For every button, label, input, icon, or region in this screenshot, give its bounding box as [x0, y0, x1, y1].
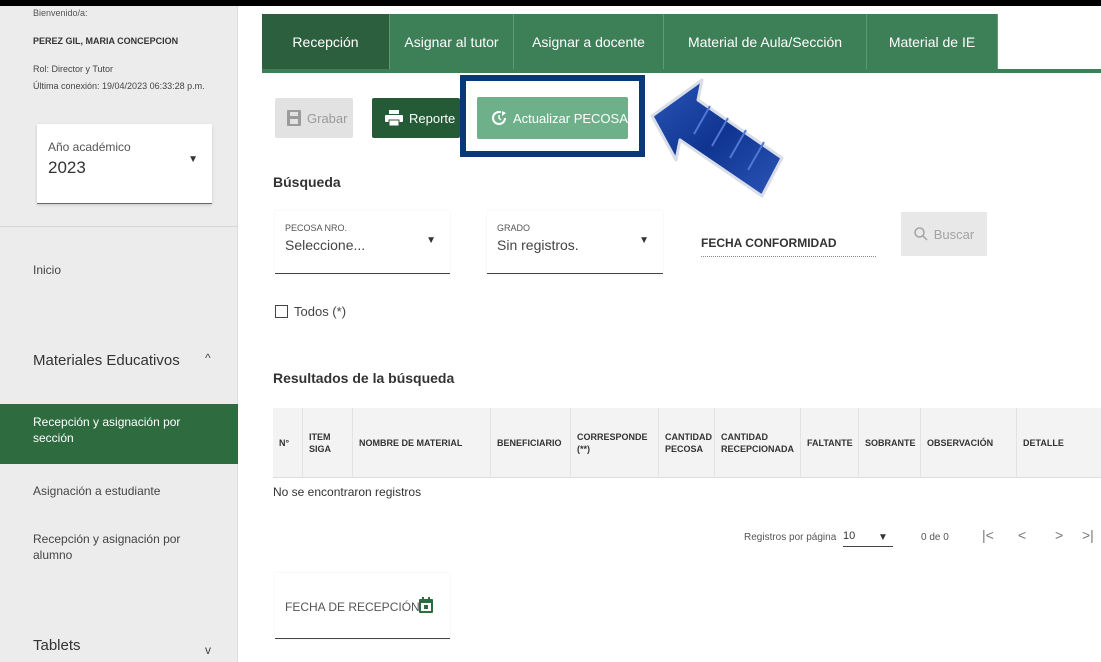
buscar-button[interactable]: Buscar [901, 212, 987, 256]
last-page-icon[interactable]: >| [1082, 527, 1094, 543]
tab-asignar-tutor[interactable]: Asignar al tutor [390, 14, 514, 69]
search-heading: Búsqueda [273, 174, 341, 190]
reporte-label: Reporte [409, 110, 456, 126]
grabar-button[interactable]: Grabar [275, 98, 353, 138]
calendar-icon[interactable] [419, 597, 433, 613]
tab-bar: Recepción Asignar al tutor Asignar a doc… [262, 14, 1101, 73]
column-header[interactable]: CORRESPONDE (**) [571, 408, 659, 478]
user-role: Rol: Director y Tutor [33, 64, 114, 74]
page-range: 0 de 0 [921, 532, 949, 543]
pecosa-select[interactable]: PECOSA NRO. Seleccione... ▼ [275, 211, 450, 274]
prev-page-icon[interactable]: < [1018, 527, 1026, 543]
user-name: PEREZ GIL, MARIA CONCEPCION [33, 36, 179, 46]
todos-label: Todos (*) [294, 304, 347, 319]
sidebar-item-asignacion-estudiante[interactable]: Asignación a estudiante [33, 484, 160, 498]
page-size-select[interactable]: 10 [843, 530, 855, 542]
todos-checkbox[interactable]: Todos (*) [275, 304, 346, 319]
academic-year-value: 2023 [48, 158, 86, 177]
last-connection: Última conexión: 19/04/2023 06:33:28 p.m… [33, 81, 205, 91]
grado-label: GRADO [497, 223, 531, 233]
column-header[interactable]: BENEFICIARIO [491, 408, 571, 478]
welcome-label: Bienvenido/a: [33, 8, 88, 18]
pecosa-label: PECOSA NRO. [285, 223, 348, 233]
column-header[interactable]: ITEM SIGA [303, 408, 353, 478]
tab-material-ie[interactable]: Material de IE [867, 14, 998, 69]
grado-value: Sin registros. [497, 237, 579, 253]
results-heading: Resultados de la búsqueda [273, 370, 455, 386]
academic-year-select[interactable]: Año académico 2023 ▼ [37, 124, 212, 204]
sidebar-item-inicio[interactable]: Inicio [33, 263, 61, 277]
search-icon [914, 227, 928, 241]
academic-year-label: Año académico [48, 140, 131, 154]
column-header[interactable]: OBSERVACIÓN [921, 408, 1017, 478]
printer-icon [385, 110, 403, 126]
reporte-button[interactable]: Reporte [372, 98, 460, 138]
tab-recepcion[interactable]: Recepción [262, 14, 390, 69]
checkbox-icon[interactable] [275, 305, 288, 318]
sidebar: Bienvenido/a: PEREZ GIL, MARIA CONCEPCIO… [0, 6, 238, 662]
fecha-conformidad-field[interactable]: FECHA CONFORMIDAD [701, 236, 837, 250]
pointer-arrow-icon [650, 78, 784, 198]
sidebar-item-recepcion-alumno[interactable]: Recepción y asignación por alumno [33, 531, 203, 563]
next-page-icon[interactable]: > [1055, 527, 1063, 543]
column-header[interactable]: CANTIDAD PECOSA [659, 408, 715, 478]
column-header[interactable]: DETALLE [1017, 408, 1101, 478]
results-table-header: N° ITEM SIGA NOMBRE DE MATERIAL BENEFICI… [273, 408, 1101, 478]
column-header[interactable]: CANTIDAD RECEPCIONADA [715, 408, 801, 478]
sidebar-section-materiales[interactable]: Materiales Educativos [33, 352, 180, 369]
column-header[interactable]: NOMBRE DE MATERIAL [353, 408, 491, 478]
buscar-label: Buscar [933, 226, 975, 242]
tab-material-aula[interactable]: Material de Aula/Sección [664, 14, 867, 69]
pecosa-value: Seleccione... [285, 237, 366, 253]
tab-asignar-docente[interactable]: Asignar a docente [514, 14, 664, 69]
chevron-down-icon[interactable]: v [205, 643, 211, 657]
highlight-box [460, 75, 645, 157]
fecha-recepcion-field[interactable]: FECHA DE RECEPCIÓN [275, 573, 450, 639]
caret-down-icon[interactable]: ▼ [878, 532, 888, 543]
sidebar-divider [0, 226, 238, 227]
grado-select[interactable]: GRADO Sin registros. ▼ [487, 211, 663, 274]
column-header[interactable]: N° [273, 408, 303, 478]
caret-down-icon: ▼ [426, 235, 436, 246]
column-header[interactable]: FALTANTE [801, 408, 859, 478]
empty-results-message: No se encontraron registros [273, 485, 422, 499]
first-page-icon[interactable]: |< [982, 527, 994, 543]
sidebar-item-label: Recepción y asignación por sección [33, 415, 181, 445]
sidebar-section-tablets[interactable]: Tablets [33, 637, 81, 654]
sidebar-item-recepcion-seccion[interactable]: Recepción y asignación por sección [0, 404, 238, 464]
page-size-label: Registros por página [744, 532, 837, 543]
column-header[interactable]: SOBRANTE [859, 408, 921, 478]
chevron-up-icon[interactable]: ^ [205, 351, 211, 365]
grabar-label: Grabar [307, 110, 348, 126]
caret-down-icon: ▼ [188, 154, 198, 165]
save-icon [287, 110, 301, 126]
fecha-recepcion-label: FECHA DE RECEPCIÓN [285, 600, 420, 614]
caret-down-icon: ▼ [639, 235, 649, 246]
